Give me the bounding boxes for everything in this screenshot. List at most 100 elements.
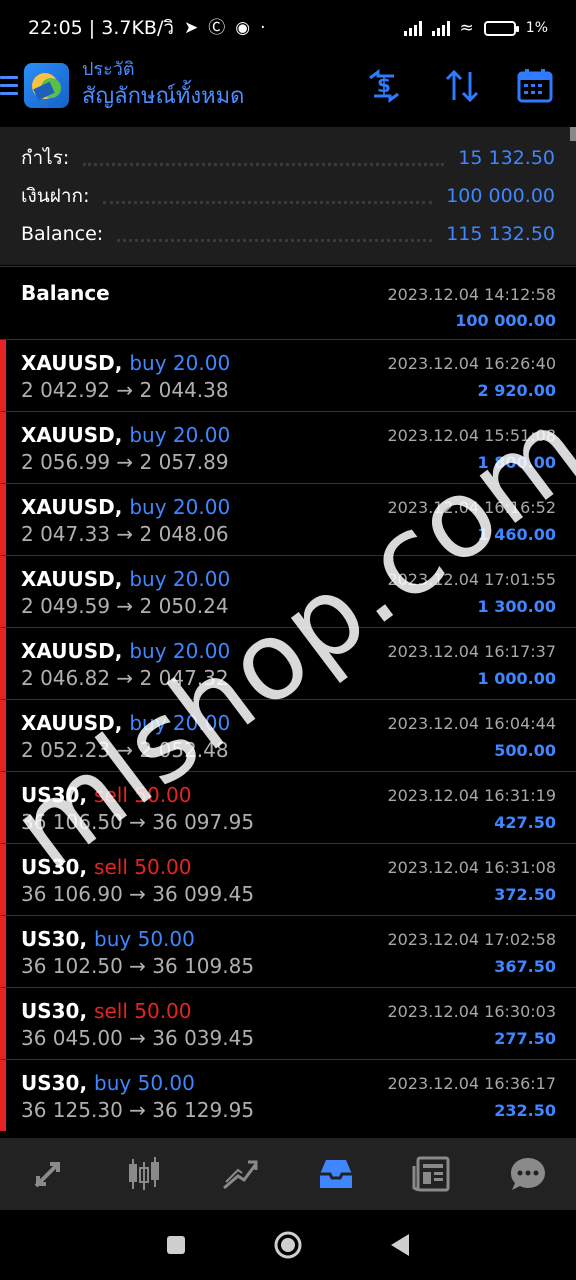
symbol-name: XAUUSD, (21, 567, 123, 591)
symbol-name: XAUUSD, (21, 495, 123, 519)
sort-button[interactable] (442, 68, 482, 104)
dotted-leader (117, 238, 433, 242)
trade-time: 2023.12.04 16:26:40 (387, 354, 556, 373)
trade-profit: 1 300.00 (477, 597, 556, 616)
profit-label: กำไร: (21, 147, 70, 169)
trade-symbol: US30, sell 50.00 (21, 999, 192, 1023)
page-title: ประวัติ (82, 59, 135, 80)
trade-time: 2023.12.04 16:31:08 (387, 858, 556, 877)
tab-chat[interactable] (480, 1138, 576, 1210)
trade-row[interactable]: US30, sell 50.00 36 045.00 → 36 039.45 202… (0, 987, 576, 1059)
trade-row[interactable]: US30, sell 50.00 36 106.90 → 36 099.45 202… (0, 843, 576, 915)
status-bar: 22:05 | 3.7KB/วิ ➤ Ⓒ ◉ · ≈ 1% (0, 0, 576, 56)
back-button[interactable] (378, 1223, 422, 1267)
profit-row: กำไร: 15 132.50 (21, 143, 555, 173)
trade-time: 2023.12.04 16:31:19 (387, 786, 556, 805)
battery-icon (483, 20, 519, 36)
trade-prices: 2 042.92 → 2 044.38 (21, 378, 229, 402)
square-icon (167, 1236, 185, 1254)
symbol-name: US30, (21, 783, 88, 807)
operation-time: 2023.12.04 14:12:58 (387, 285, 556, 304)
balance-label: Balance: (21, 223, 104, 245)
menu-icon[interactable] (0, 76, 18, 98)
loss-indicator-bar (0, 916, 6, 987)
tab-chart[interactable] (96, 1138, 192, 1210)
loss-indicator-bar (0, 628, 6, 699)
trade-prices: 36 102.50 → 36 109.85 (21, 954, 255, 978)
currency-filter-button[interactable]: $ (364, 68, 404, 104)
trade-row[interactable]: XAUUSD, buy 20.00 2 052.23 → 2 052.48 2023… (0, 699, 576, 771)
tab-history[interactable] (288, 1138, 384, 1210)
trade-side-volume: buy 20.00 (129, 351, 231, 375)
trade-symbol: XAUUSD, buy 20.00 (21, 351, 230, 375)
tab-quotes[interactable] (0, 1138, 96, 1210)
loss-indicator-bar (0, 556, 6, 627)
trade-row[interactable]: US30, buy 50.00 36 102.50 → 36 109.85 2023… (0, 915, 576, 987)
trade-prices: 36 045.00 → 36 039.45 (21, 1026, 255, 1050)
loss-indicator-bar (0, 484, 6, 555)
telegram-icon: ➤ (184, 17, 199, 38)
trade-prices: 2 046.82 → 2 047.32 (21, 666, 229, 690)
bottom-tab-bar (0, 1138, 576, 1210)
trade-row[interactable]: XAUUSD, buy 20.00 2 042.92 → 2 044.38 2023… (0, 339, 576, 411)
trade-row[interactable]: US30, buy 50.00 36 125.30 → 36 129.95 2023… (0, 1059, 576, 1131)
trade-side-volume: buy 20.00 (129, 567, 231, 591)
trade-symbol: XAUUSD, buy 20.00 (21, 711, 230, 735)
trade-time: 2023.12.04 16:04:44 (387, 714, 556, 733)
home-button[interactable] (266, 1223, 310, 1267)
trade-row[interactable]: XAUUSD, buy 20.00 2 046.82 → 2 047.32 2023… (0, 627, 576, 699)
trade-profit: 367.50 (494, 957, 556, 976)
trade-profit: 277.50 (494, 1029, 556, 1048)
trade-symbol: XAUUSD, buy 20.00 (21, 423, 230, 447)
trade-symbol: US30, buy 50.00 (21, 1071, 195, 1095)
tab-trade[interactable] (192, 1138, 288, 1210)
trade-profit: 500.00 (494, 741, 556, 760)
trade-time: 2023.12.04 16:17:37 (387, 642, 556, 661)
sort-icon (445, 69, 479, 103)
profit-value: 15 132.50 (458, 147, 555, 169)
operation-amount: 100 000.00 (455, 311, 556, 330)
loss-indicator-bar (0, 772, 6, 843)
symbol-name: XAUUSD, (21, 423, 123, 447)
trade-time: 2023.12.04 17:02:58 (387, 930, 556, 949)
calendar-icon (517, 69, 553, 103)
dot-icon: · (260, 17, 266, 38)
trade-row[interactable]: XAUUSD, buy 20.00 2 047.33 → 2 048.06 2023… (0, 483, 576, 555)
trade-prices: 36 125.30 → 36 129.95 (21, 1098, 255, 1122)
battery-percent: 1% (525, 20, 548, 36)
trade-symbol: US30, sell 50.00 (21, 855, 192, 879)
trade-symbol: XAUUSD, buy 20.00 (21, 567, 230, 591)
recents-button[interactable] (154, 1223, 198, 1267)
trade-profit: 1 800.00 (477, 453, 556, 472)
history-icon (320, 1160, 352, 1188)
trade-prices: 2 056.99 → 2 057.89 (21, 450, 229, 474)
symbol-name: US30, (21, 1071, 88, 1095)
balance-summary-row: Balance: 115 132.50 (21, 219, 555, 249)
loss-indicator-bar (0, 700, 6, 771)
dotted-leader (103, 200, 433, 204)
deposit-value: 100 000.00 (446, 185, 555, 207)
trade-prices: 2 052.23 → 2 052.48 (21, 738, 229, 762)
tab-news[interactable] (384, 1138, 480, 1210)
trade-row[interactable]: XAUUSD, buy 20.00 2 049.59 → 2 050.24 2023… (0, 555, 576, 627)
trade-row[interactable]: US30, sell 50.00 36 106.50 → 36 097.95 202… (0, 771, 576, 843)
symbol-name: XAUUSD, (21, 639, 123, 663)
status-time-speed: 22:05 | 3.7KB/วิ (28, 17, 175, 39)
history-list: Balance 2023.12.04 14:12:58 100 000.00 X… (0, 266, 576, 1131)
symbol-filter[interactable]: สัญลักษณ์ทั้งหมด (82, 82, 244, 112)
trade-side-volume: sell 50.00 (94, 783, 192, 807)
signal-icon (403, 20, 422, 36)
loss-indicator-bar (0, 340, 6, 411)
loss-indicator-bar (0, 1060, 6, 1131)
trade-profit: 1 000.00 (477, 669, 556, 688)
trade-side-volume: buy 20.00 (129, 423, 231, 447)
balance-operation-row[interactable]: Balance 2023.12.04 14:12:58 100 000.00 (0, 266, 576, 339)
trade-time: 2023.12.04 15:51:08 (387, 426, 556, 445)
trade-row[interactable]: XAUUSD, buy 20.00 2 056.99 → 2 057.89 2023… (0, 411, 576, 483)
trade-symbol: US30, buy 50.00 (21, 927, 195, 951)
loss-indicator-bar (0, 988, 6, 1059)
trade-profit: 1 460.00 (477, 525, 556, 544)
trade-time: 2023.12.04 16:30:03 (387, 1002, 556, 1021)
scrollbar[interactable] (570, 127, 576, 141)
calendar-button[interactable] (516, 68, 556, 104)
